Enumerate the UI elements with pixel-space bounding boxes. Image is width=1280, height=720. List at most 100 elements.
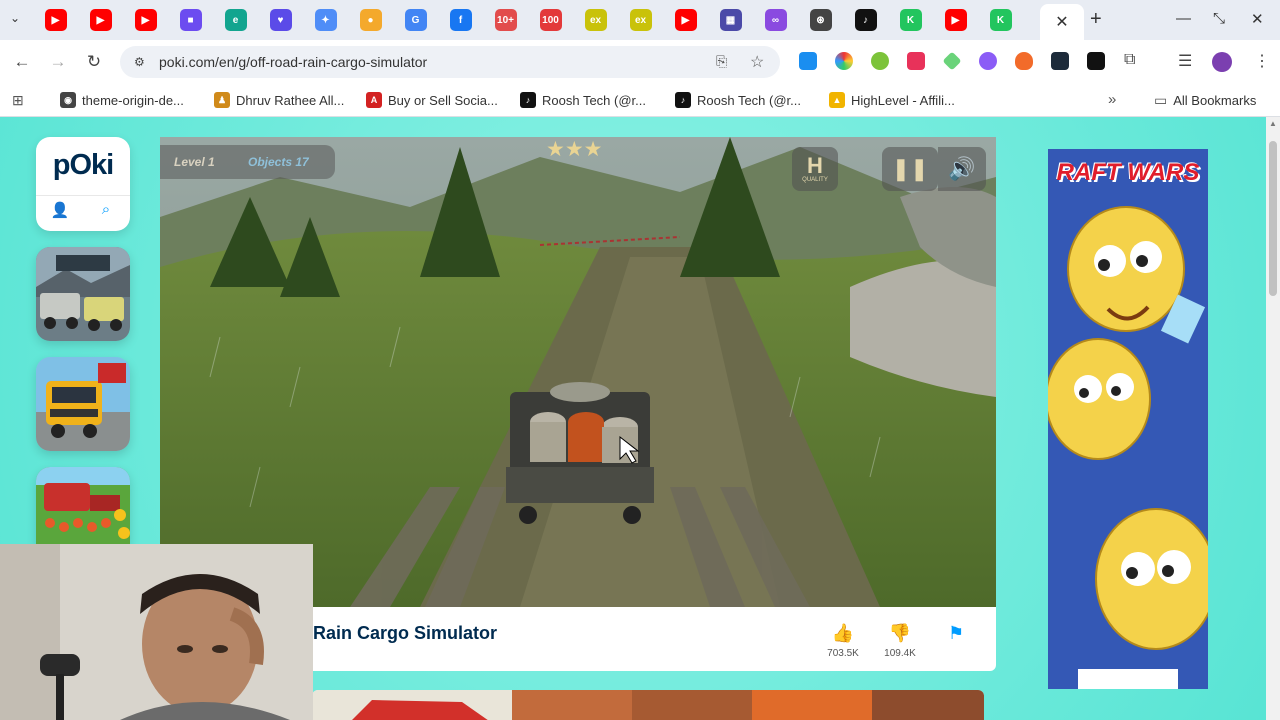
bookmark-label: Roosh Tech (@r... <box>542 92 646 108</box>
quality-icon: H <box>807 153 823 178</box>
poki-logo[interactable]: pOki <box>36 149 130 182</box>
tab-strip: ⌄ ▶ ▶ ▶ ■ e ♥ ✦ ● Gf 10+ 100 ex ex ▶ ▦ ∞ ⊛ ♪ K ▶ K ✕ + — ⤡ ✕ <box>0 0 1280 40</box>
a-logo-icon: A <box>366 92 382 108</box>
gemini-icon[interactable]: ✦ <box>314 9 337 31</box>
youtube-icon[interactable]: ▶ <box>44 9 67 31</box>
reading-list-icon[interactable]: ☰ <box>1178 51 1192 71</box>
reload-button[interactable]: ↻ <box>82 50 106 74</box>
game-thumbnail-harvester[interactable] <box>36 467 130 545</box>
close-window-button[interactable]: ✕ <box>1251 10 1264 28</box>
profile-avatar[interactable] <box>1212 52 1232 72</box>
new-tab-button[interactable]: + <box>1090 8 1102 31</box>
scrollbar-thumb[interactable] <box>1269 141 1277 296</box>
active-tab[interactable]: ✕ <box>1040 4 1084 40</box>
game-canvas[interactable]: Level 1 Objects 17 ★★★ H QUALITY ❚❚ 🔊 <box>160 137 996 607</box>
back-button[interactable]: ← <box>10 50 34 74</box>
site-info-icon[interactable]: ⚙ <box>134 55 152 69</box>
fire-extension-icon[interactable] <box>1015 52 1033 70</box>
youtube-icon[interactable]: ▶ <box>89 9 112 31</box>
rating-stars: ★★★ <box>546 138 603 161</box>
install-app-icon[interactable]: ⎘ <box>716 53 727 70</box>
game-thumbnail-cargo[interactable] <box>36 247 130 341</box>
color-extension-icon[interactable] <box>835 52 853 70</box>
bookmarks-bar: ⊞ ◉ theme-origin-de... ♟ Dhruv Rathee All..… <box>0 84 1280 117</box>
link-icon[interactable]: ∞ <box>764 9 787 31</box>
level-label: Level 1 <box>174 155 215 169</box>
quality-button[interactable]: H QUALITY <box>792 147 838 191</box>
highlevel-icon: ▲ <box>829 92 845 108</box>
like-button[interactable]: 👍 703.5K <box>823 623 863 659</box>
download-extension-icon[interactable] <box>799 52 817 70</box>
address-bar[interactable]: ⚙ poki.com/en/g/off-road-rain-cargo-simu… <box>120 46 780 78</box>
bookmark-item[interactable]: ♪ Roosh Tech (@r... <box>520 92 646 108</box>
raft-wars-ad[interactable]: RAFT WARS <box>1048 149 1208 689</box>
edge-icon[interactable]: e <box>224 9 247 31</box>
google-icon[interactable]: G <box>404 9 427 31</box>
kick-icon[interactable]: K <box>989 9 1012 31</box>
bookmark-label: Buy or Sell Socia... <box>388 92 498 108</box>
tiktok-icon: ♪ <box>520 92 536 108</box>
hundred-icon[interactable]: 100 <box>539 9 562 31</box>
kick-icon[interactable]: K <box>899 9 922 31</box>
webcam-overlay <box>0 544 313 720</box>
openai-icon[interactable]: ⊛ <box>809 9 832 31</box>
close-tab-icon[interactable]: ✕ <box>1055 12 1068 32</box>
bookmark-label: Dhruv Rathee All... <box>236 92 345 108</box>
youtube-icon[interactable]: ▶ <box>944 9 967 31</box>
dislike-button[interactable]: 👎 109.4K <box>880 623 920 659</box>
youtube-icon[interactable]: ▶ <box>134 9 157 31</box>
youtube-icon[interactable]: ▶ <box>674 9 697 31</box>
chat-heart-icon[interactable]: ♥ <box>269 9 292 31</box>
logo-card-divider <box>36 195 130 196</box>
calendar-icon[interactable]: ▦ <box>719 9 742 31</box>
bookmark-item[interactable]: A Buy or Sell Socia... <box>366 92 498 108</box>
more-bookmarks-button[interactable]: » <box>1108 91 1116 108</box>
url-text[interactable]: poki.com/en/g/off-road-rain-cargo-simula… <box>159 54 427 70</box>
bookmark-star-icon[interactable]: ☆ <box>750 52 764 72</box>
scroll-up-arrow[interactable]: ▲ <box>1269 119 1277 128</box>
video-app-icon[interactable]: ■ <box>179 9 202 31</box>
thumbs-up-icon: 👍 <box>831 623 855 643</box>
tab-search-button[interactable]: ⌄ <box>10 11 20 25</box>
black-extension-icon[interactable] <box>1087 52 1105 70</box>
all-bookmarks-button[interactable]: ▭ All Bookmarks <box>1154 92 1256 109</box>
apps-icon[interactable]: ● <box>359 9 382 31</box>
game-thumbnail-truck[interactable] <box>36 357 130 451</box>
tiktok-icon: ♪ <box>675 92 691 108</box>
globe-icon: ◉ <box>60 92 76 108</box>
bookmark-item[interactable]: ◉ theme-origin-de... <box>60 92 184 108</box>
speaker-icon: 🔊 <box>948 156 976 181</box>
dark-extension-icon[interactable] <box>1051 52 1069 70</box>
minimize-window-button[interactable]: — <box>1176 10 1191 27</box>
tenplus-icon[interactable]: 10+ <box>494 9 517 31</box>
ex-icon[interactable]: ex <box>584 9 607 31</box>
page-scrollbar[interactable]: ▲ <box>1266 117 1280 720</box>
restore-window-button[interactable]: ⤡ <box>1213 10 1225 27</box>
bookmark-item[interactable]: ♪ Roosh Tech (@r... <box>675 92 801 108</box>
bookmark-item[interactable]: ♟ Dhruv Rathee All... <box>214 92 344 108</box>
green-extension-icon[interactable] <box>871 52 889 70</box>
bookmark-label: Roosh Tech (@r... <box>697 92 801 108</box>
sound-button[interactable]: 🔊 <box>938 147 986 191</box>
game-title: Rain Cargo Simulator <box>313 623 498 643</box>
games-strip-banner[interactable] <box>312 690 984 720</box>
apps-grid-icon[interactable]: ⊞ <box>12 92 24 109</box>
browser-menu-icon[interactable]: ⋮ <box>1254 51 1270 71</box>
user-icon[interactable]: 👤 <box>48 201 72 225</box>
forward-button[interactable]: → <box>46 50 70 74</box>
report-flag-icon[interactable]: ⚑ <box>948 623 964 644</box>
search-icon[interactable]: ⌕ <box>94 201 118 225</box>
red-extension-icon[interactable] <box>907 52 925 70</box>
facebook-icon[interactable]: f <box>449 9 472 31</box>
purple-extension-icon[interactable] <box>979 52 997 70</box>
ex-icon[interactable]: ex <box>629 9 652 31</box>
diamond-extension-icon[interactable] <box>942 51 962 71</box>
bookmark-item[interactable]: ▲ HighLevel - Affili... <box>829 92 955 108</box>
tiktok-icon[interactable]: ♪ <box>854 9 877 31</box>
pause-button[interactable]: ❚❚ <box>882 147 938 191</box>
bookmark-label: theme-origin-de... <box>82 92 184 108</box>
extensions-puzzle-icon[interactable]: ⧉ <box>1124 51 1135 69</box>
ad-brand-text: RAFT WARS <box>1056 159 1200 186</box>
like-count: 703.5K <box>827 648 859 659</box>
dislike-count: 109.4K <box>884 648 916 659</box>
